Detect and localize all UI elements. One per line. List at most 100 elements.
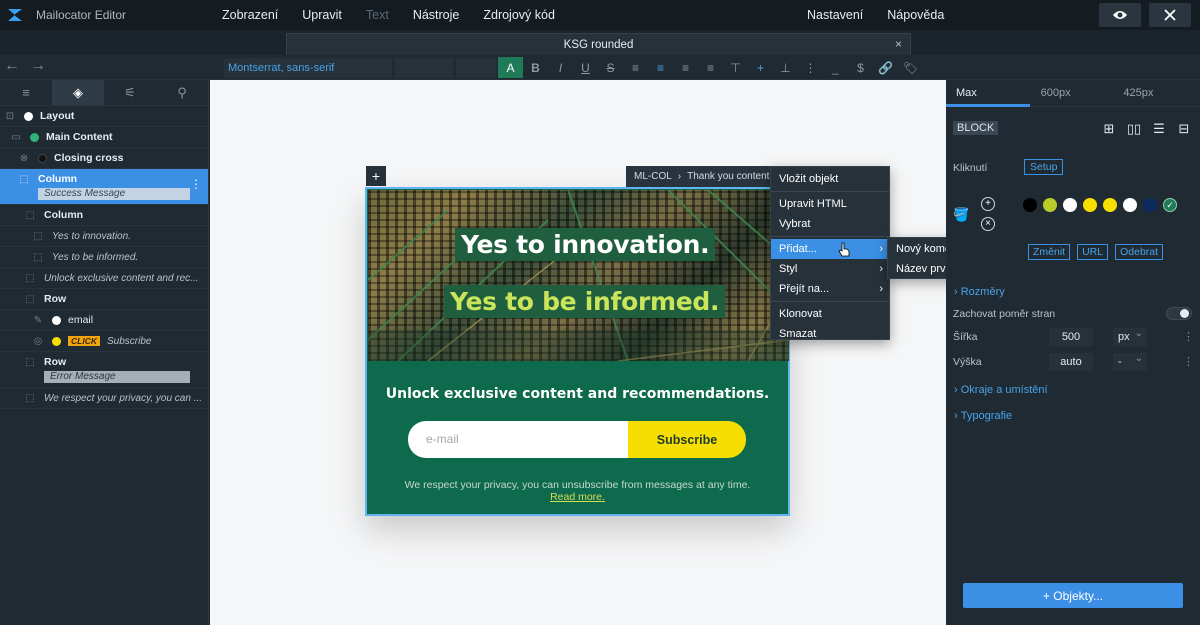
- menu-help[interactable]: Nápověda: [875, 8, 956, 22]
- height-input[interactable]: auto: [1049, 353, 1093, 371]
- tab-custom-icon[interactable]: ⚲: [156, 80, 208, 105]
- menu-item-style[interactable]: Styl ›: [771, 259, 889, 279]
- add-color-icon[interactable]: +: [981, 197, 995, 211]
- align-justify-icon[interactable]: ≡: [698, 57, 723, 78]
- menu-item-edit-html[interactable]: Upravit HTML: [771, 194, 889, 214]
- hero-headline-2[interactable]: Yes to be informed.: [444, 285, 726, 318]
- keep-ratio-toggle[interactable]: [1166, 307, 1192, 320]
- tree-item-row-error[interactable]: ⬚ Row Error Message: [0, 352, 208, 388]
- tree-item-text[interactable]: ⬚ Yes to be informed.: [0, 247, 208, 268]
- menu-item-clone[interactable]: Klonovat: [771, 304, 889, 324]
- italic-icon[interactable]: I: [548, 57, 573, 78]
- section-typography[interactable]: › Typografie: [954, 410, 1012, 422]
- align-center-icon[interactable]: ≡: [648, 57, 673, 78]
- width-unit-select[interactable]: px: [1113, 325, 1147, 346]
- line-height-field[interactable]: [456, 58, 496, 78]
- valign-middle-icon[interactable]: +: [748, 57, 773, 78]
- close-window-button[interactable]: [1149, 3, 1191, 27]
- tree-item-main-content[interactable]: ▭ Main Content: [0, 127, 208, 148]
- tag-icon[interactable]: 🏷: [898, 57, 923, 78]
- menu-item-select[interactable]: Vybrat: [771, 214, 889, 234]
- hero-headline-1[interactable]: Yes to innovation.: [455, 228, 716, 261]
- more-options-icon[interactable]: ⋮: [190, 177, 202, 191]
- subscribe-button[interactable]: Subscribe: [628, 421, 746, 458]
- tree-item-text[interactable]: ⬚ Unlock exclusive content and rec...: [0, 268, 208, 289]
- tree-item-column-selected[interactable]: ⬚ Column Success Message ⋮: [0, 169, 208, 205]
- font-family-select[interactable]: Montserrat, sans-serif: [224, 58, 392, 78]
- rows-layout-icon[interactable]: ☰: [1151, 121, 1167, 137]
- color-swatch[interactable]: [1043, 198, 1057, 212]
- email-field[interactable]: e-mail: [408, 421, 628, 458]
- bold-icon[interactable]: B: [523, 57, 548, 78]
- font-size-field[interactable]: [395, 58, 453, 78]
- tree-item-text[interactable]: ⬚ We respect your privacy, you can ...: [0, 388, 208, 409]
- tree-item-row[interactable]: ⬚ Row: [0, 289, 208, 310]
- menu-settings[interactable]: Nastavení: [795, 8, 875, 22]
- breakpoint-600[interactable]: 600px: [1033, 80, 1118, 106]
- tab-layers-icon[interactable]: ◈: [52, 80, 104, 105]
- tree-item-text[interactable]: ⬚ Yes to innovation.: [0, 226, 208, 247]
- breakpoint-425[interactable]: 425px: [1117, 80, 1200, 106]
- preview-button[interactable]: [1099, 3, 1141, 27]
- tree-item-subscribe[interactable]: ◎ CLICK Subscribe: [0, 331, 208, 352]
- hero-image[interactable]: Yes to innovation. Yes to be informed.: [368, 190, 789, 361]
- color-swatch[interactable]: [1123, 198, 1137, 212]
- valign-bottom-icon[interactable]: ⊥: [773, 57, 798, 78]
- breadcrumb-item[interactable]: Thank you content: [687, 171, 769, 182]
- width-input[interactable]: 500: [1049, 328, 1093, 346]
- menu-view[interactable]: Zobrazení: [210, 8, 290, 22]
- breakpoint-max[interactable]: Max: [946, 80, 1033, 106]
- columns-icon[interactable]: ⋮: [798, 57, 823, 78]
- grid-layout-icon[interactable]: ⊟: [1176, 121, 1192, 137]
- menu-item-go-to[interactable]: Přejít na... ›: [771, 279, 889, 299]
- color-swatch-selected[interactable]: ✓: [1163, 198, 1177, 212]
- privacy-note[interactable]: We respect your privacy, you can unsubsc…: [367, 479, 788, 503]
- section-dimensions[interactable]: › Rozměry: [954, 286, 1005, 298]
- more-options-icon[interactable]: ⋮: [1183, 330, 1194, 343]
- text-color-icon[interactable]: A: [498, 57, 523, 78]
- add-element-button[interactable]: +: [366, 166, 386, 186]
- color-swatch[interactable]: [1023, 198, 1037, 212]
- section-borders[interactable]: › Okraje a umístění: [954, 384, 1048, 396]
- tree-item-closing-cross[interactable]: ⊗ Closing cross: [0, 148, 208, 169]
- menu-edit[interactable]: Upravit: [290, 8, 354, 22]
- variable-icon[interactable]: $: [848, 57, 873, 78]
- undo-arrow-icon[interactable]: ←: [4, 57, 20, 75]
- strikethrough-icon[interactable]: S: [598, 57, 623, 78]
- document-tab[interactable]: KSG rounded ×: [286, 33, 911, 55]
- align-left-icon[interactable]: ≡: [623, 57, 648, 78]
- color-swatch[interactable]: [1083, 198, 1097, 212]
- nbsp-icon[interactable]: _: [823, 57, 848, 78]
- redo-arrow-icon[interactable]: →: [30, 57, 46, 75]
- add-block-icon[interactable]: ⊞: [1101, 121, 1117, 137]
- display-block-badge[interactable]: BLOCK: [953, 121, 999, 135]
- color-swatch[interactable]: [1063, 198, 1077, 212]
- remove-button[interactable]: Odebrat: [1115, 244, 1164, 260]
- tree-item-column[interactable]: ⬚ Column: [0, 205, 208, 226]
- subheadline[interactable]: Unlock exclusive content and recommendat…: [367, 386, 788, 402]
- columns-layout-icon[interactable]: ▯▯: [1126, 121, 1142, 137]
- remove-color-icon[interactable]: ×: [981, 217, 995, 231]
- tab-settings-icon[interactable]: ⚟: [104, 80, 156, 105]
- breadcrumb-item[interactable]: ML-COL: [634, 171, 672, 182]
- height-unit-select[interactable]: -: [1113, 350, 1147, 371]
- underline-icon[interactable]: U: [573, 57, 598, 78]
- color-swatch[interactable]: [1103, 198, 1117, 212]
- tree-item-layout[interactable]: ⊡ Layout: [0, 106, 208, 127]
- tab-close-icon[interactable]: ×: [895, 37, 902, 51]
- menu-item-insert-object[interactable]: Vložit objekt: [771, 169, 889, 189]
- change-button[interactable]: Změnit: [1028, 244, 1071, 260]
- url-button[interactable]: URL: [1077, 244, 1109, 260]
- newsletter-popup[interactable]: Yes to innovation. Yes to be informed. U…: [365, 187, 790, 516]
- color-swatch[interactable]: [1143, 198, 1157, 212]
- menu-item-delete[interactable]: Smazat: [771, 324, 889, 344]
- menu-item-add[interactable]: Přidat... ›: [771, 239, 889, 259]
- tree-item-email[interactable]: ✎ email: [0, 310, 208, 331]
- valign-top-icon[interactable]: ⊤: [723, 57, 748, 78]
- align-right-icon[interactable]: ≡: [673, 57, 698, 78]
- setup-button[interactable]: Setup: [1024, 159, 1064, 175]
- read-more-link[interactable]: Read more.: [367, 491, 788, 503]
- tab-list-icon[interactable]: ≡: [0, 80, 52, 105]
- add-objects-button[interactable]: + Objekty...: [963, 583, 1183, 608]
- editor-canvas[interactable]: + ML-COL › Thank you content Yes to inno…: [210, 80, 946, 625]
